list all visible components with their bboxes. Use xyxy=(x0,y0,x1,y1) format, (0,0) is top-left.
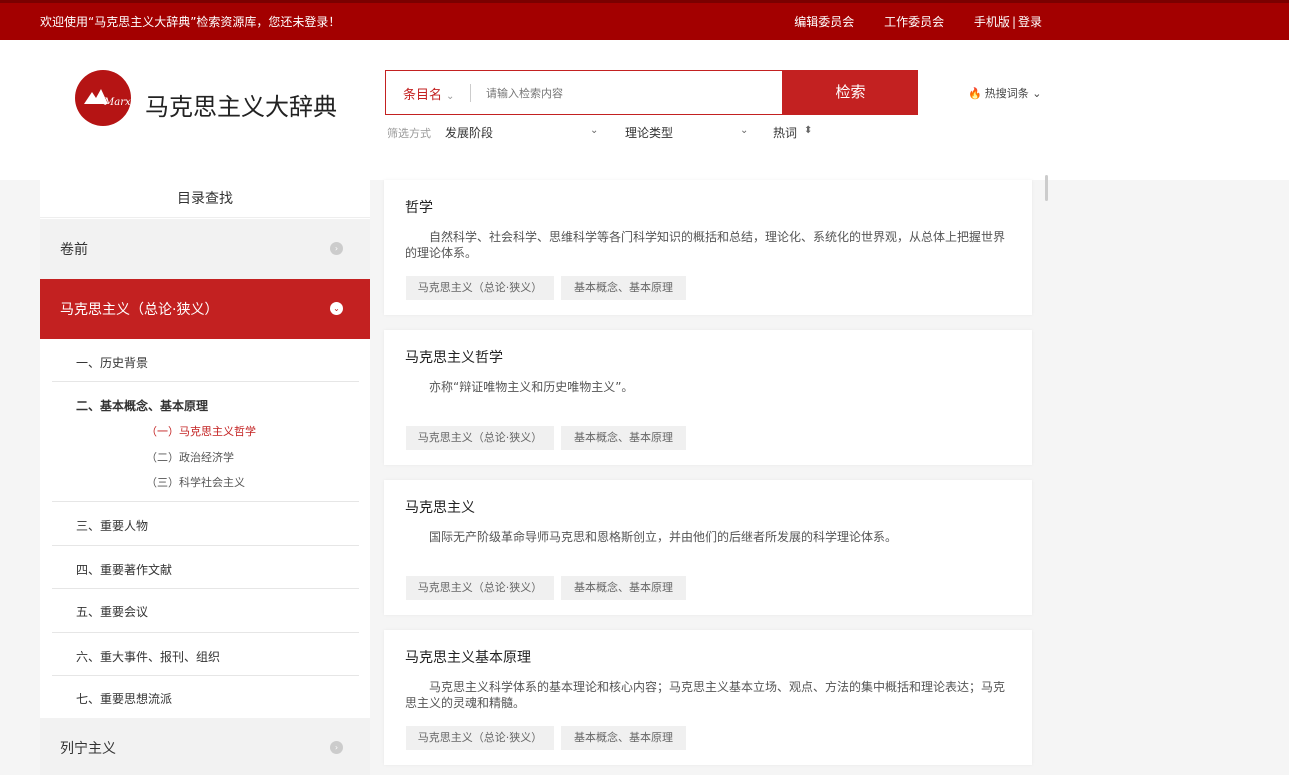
hot-terms-label: 热搜词条 xyxy=(984,87,1029,100)
sidebar-item-label: 二、基本概念、基本原理 xyxy=(76,399,209,413)
chevron-down-icon: ⌄ xyxy=(740,125,749,136)
result-tag[interactable]: 基本概念、基本原理 xyxy=(561,726,686,750)
site-title[interactable]: 马克思主义大辞典 xyxy=(145,87,337,122)
sidebar-section-label: 马克思主义（总论·狭义） xyxy=(60,302,219,318)
result-tag[interactable]: 基本概念、基本原理 xyxy=(561,426,686,450)
sidebar-section-marxism[interactable]: 马克思主义（总论·狭义） ⌄ xyxy=(40,279,370,339)
result-tag[interactable]: 马克思主义（总论·狭义） xyxy=(406,726,554,750)
logo-mark-icon: Marx xyxy=(84,89,131,108)
result-tag[interactable]: 基本概念、基本原理 xyxy=(561,276,686,300)
result-tags: 马克思主义（总论·狭义） 基本概念、基本原理 xyxy=(406,726,693,750)
chevron-down-icon: ⌄ xyxy=(590,125,599,136)
chevron-down-icon: ⌄ xyxy=(1032,87,1042,100)
result-card: 马克思主义基本原理 马克思主义科学体系的基本理论和核心内容；马克思主义基本立场、… xyxy=(384,630,1032,765)
chevron-right-icon: › xyxy=(330,741,343,754)
sidebar-item-label: 四、重要著作文献 xyxy=(76,563,173,577)
sidebar-section-label: 卷前 xyxy=(60,242,88,258)
marx-logo[interactable]: Marx xyxy=(75,70,131,126)
sidebar-item-label: 三、重要人物 xyxy=(76,519,149,533)
sidebar-section-front-matter[interactable]: 卷前 › xyxy=(40,219,370,279)
result-tag[interactable]: 马克思主义（总论·狭义） xyxy=(406,426,554,450)
sidebar-subitem-scientific-socialism[interactable]: （三）科学社会主义 xyxy=(146,474,245,490)
editorial-committee-link[interactable]: 编辑委员会 xyxy=(794,15,854,29)
result-card: 马克思主义 国际无产阶级革命导师马克思和恩格斯创立，并由他们的后继者所发展的科学… xyxy=(384,480,1032,615)
result-title[interactable]: 马克思主义 xyxy=(405,497,475,517)
result-tag[interactable]: 马克思主义（总论·狭义） xyxy=(406,576,554,600)
result-tag[interactable]: 基本概念、基本原理 xyxy=(561,576,686,600)
sidebar-item-key-meetings[interactable]: 五、重要会议 xyxy=(52,589,359,633)
sidebar-item-label: 五、重要会议 xyxy=(76,605,149,619)
sidebar-section-label: 列宁主义 xyxy=(60,741,116,757)
mobile-version-link[interactable]: 手机版 xyxy=(974,15,1010,29)
search-button[interactable]: 检索 xyxy=(783,70,918,115)
search-type-select[interactable]: 条目名 ⌄ xyxy=(403,84,454,103)
result-card: 马克思主义哲学 亦称“辩证唯物主义和历史唯物主义”。 马克思主义（总论·狭义） … xyxy=(384,330,1032,465)
sidebar-title: 目录查找 xyxy=(40,180,370,218)
search-box: 条目名 ⌄ xyxy=(385,70,783,115)
result-card: 哲学 自然科学、社会科学、思维科学等各门科学知识的概括和总结，理论化、系统化的世… xyxy=(384,180,1032,315)
flame-icon: 🔥 xyxy=(968,87,982,100)
catalog-sidebar: 目录查找 卷前 › 马克思主义（总论·狭义） ⌄ 一、历史背景 二、基本概念、基… xyxy=(40,180,370,775)
filter-development-stage-label: 发展阶段 xyxy=(445,126,494,140)
filter-hot-words[interactable]: 热词 ⬍ xyxy=(773,124,823,141)
result-description: 国际无产阶级革命导师马克思和恩格斯创立，并由他们的后继者所发展的科学理论体系。 xyxy=(429,530,898,544)
sidebar-item-major-events[interactable]: 六、重大事件、报刊、组织 xyxy=(52,633,359,676)
result-title[interactable]: 马克思主义哲学 xyxy=(405,347,503,367)
sidebar-section-leninism[interactable]: 列宁主义 › xyxy=(40,718,370,775)
result-tags: 马克思主义（总论·狭义） 基本概念、基本原理 xyxy=(406,276,693,300)
filter-label: 筛选方式 xyxy=(387,127,431,140)
result-title[interactable]: 哲学 xyxy=(405,197,433,217)
sidebar-item-label: 七、重要思想流派 xyxy=(76,692,173,706)
filter-hot-words-label: 热词 xyxy=(773,126,798,140)
chevron-right-icon: › xyxy=(330,242,343,255)
result-description: 亦称“辩证唯物主义和历史唯物主义”。 xyxy=(429,380,634,394)
chevron-down-icon: ⌄ xyxy=(330,302,343,315)
search-input[interactable] xyxy=(486,81,766,105)
top-links: 编辑委员会 工作委员会 手机版 | 登录 xyxy=(768,13,1042,30)
working-committee-link[interactable]: 工作委员会 xyxy=(884,15,944,29)
sidebar-item-key-works[interactable]: 四、重要著作文献 xyxy=(52,546,359,589)
filter-development-stage[interactable]: 发展阶段 ⌄ xyxy=(445,124,600,141)
sidebar-item-history[interactable]: 一、历史背景 xyxy=(52,339,359,382)
hot-terms-dropdown[interactable]: 🔥 热搜词条 ⌄ xyxy=(968,85,1041,101)
result-tag[interactable]: 马克思主义（总论·狭义） xyxy=(406,276,554,300)
sidebar-subitem-political-economy[interactable]: （二）政治经济学 xyxy=(146,449,234,465)
sidebar-item-label: 六、重大事件、报刊、组织 xyxy=(76,650,221,664)
result-title[interactable]: 马克思主义基本原理 xyxy=(405,647,531,667)
welcome-message: 欢迎使用“马克思主义大辞典”检索资源库，您还未登录！ xyxy=(40,15,341,29)
login-link[interactable]: 登录 xyxy=(1018,15,1042,29)
link-separator: | xyxy=(1011,15,1016,29)
search-type-label: 条目名 xyxy=(403,88,443,103)
search-divider xyxy=(470,84,471,102)
header: Marx 马克思主义大辞典 条目名⌄ 检索 🔥热搜词条 ⌄ 筛选方式 发展阶段 … xyxy=(0,40,1289,180)
sidebar-item-key-figures[interactable]: 三、重要人物 xyxy=(52,502,359,546)
chevron-down-icon: ⌄ xyxy=(446,91,455,102)
top-bar: 欢迎使用“马克思主义大辞典”检索资源库，您还未登录！ 编辑委员会 工作委员会 手… xyxy=(0,0,1289,40)
result-description: 自然科学、社会科学、思维科学等各门科学知识的概括和总结，理论化、系统化的世界观，… xyxy=(405,230,1006,260)
result-tags: 马克思主义（总论·狭义） 基本概念、基本原理 xyxy=(406,576,693,600)
filter-theory-type-label: 理论类型 xyxy=(625,126,674,140)
sidebar-subitem-marxist-philosophy[interactable]: （一）马克思主义哲学 xyxy=(146,423,256,439)
result-tags: 马克思主义（总论·狭义） 基本概念、基本原理 xyxy=(406,426,693,450)
sort-icon: ⬍ xyxy=(804,125,813,136)
sidebar-item-schools-of-thought[interactable]: 七、重要思想流派 xyxy=(52,676,359,718)
filter-theory-type[interactable]: 理论类型 ⌄ xyxy=(625,124,750,141)
logo-text: Marx xyxy=(103,97,131,108)
sidebar-item-label: 一、历史背景 xyxy=(76,356,149,370)
result-description: 马克思主义科学体系的基本理论和核心内容；马克思主义基本立场、观点、方法的集中概括… xyxy=(405,680,1006,710)
scrollbar-thumb[interactable] xyxy=(1045,175,1048,201)
